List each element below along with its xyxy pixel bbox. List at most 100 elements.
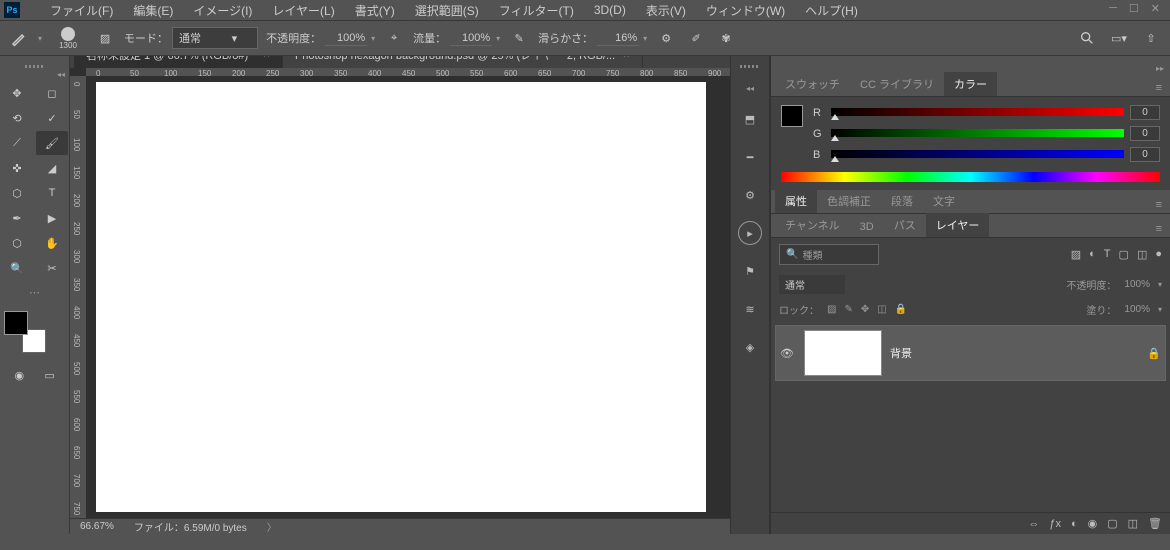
tab-close-icon[interactable]: × <box>264 56 270 61</box>
adjustments-dock-icon[interactable]: ━ <box>738 145 762 169</box>
dropdown-icon[interactable]: ▾ <box>38 34 42 43</box>
tab-paragraph[interactable]: 段落 <box>881 189 923 213</box>
lock-artboard-icon[interactable]: ◫ <box>877 304 886 315</box>
canvas-background[interactable] <box>86 76 730 518</box>
slider-r[interactable] <box>831 108 1124 118</box>
tab-close-icon[interactable]: × <box>623 56 629 61</box>
healing-tool[interactable]: ✜ <box>1 156 33 180</box>
search-icon[interactable] <box>1076 27 1098 49</box>
color-swatches[interactable] <box>4 311 46 353</box>
lock-pixels-icon[interactable]: ✎ <box>844 304 852 315</box>
layer-name[interactable]: 背景 <box>890 345 1139 361</box>
tab-layers[interactable]: レイヤー <box>926 213 990 237</box>
menu-image[interactable]: イメージ(I) <box>183 0 262 21</box>
layer-row[interactable]: 👁 背景 🔒 <box>775 325 1166 381</box>
workspace-icon[interactable]: ▭▾ <box>1108 27 1130 49</box>
flag-icon[interactable]: ⚑ <box>738 259 762 283</box>
flow-input[interactable] <box>450 31 492 46</box>
link-icon[interactable]: ⇔ <box>1028 518 1039 530</box>
airbrush-icon[interactable]: ✎ <box>508 27 530 49</box>
quick-select-tool[interactable]: ✓ <box>36 106 68 130</box>
panel-menu-icon[interactable]: ≡ <box>1148 221 1170 237</box>
screenmode-tool[interactable]: ▭ <box>37 363 64 387</box>
layer-blend-mode[interactable]: 通常 <box>779 275 845 294</box>
panel-menu-icon[interactable]: ≡ <box>1148 80 1170 96</box>
ruler-vertical[interactable]: 0501001502002503003504004505005506006507… <box>70 76 86 518</box>
brush-tool-icon[interactable] <box>8 27 30 49</box>
mask-icon[interactable]: ◐ <box>1071 518 1078 530</box>
opacity-input[interactable] <box>325 31 367 46</box>
menu-file[interactable]: ファイル(F) <box>40 0 123 21</box>
hand-tool[interactable]: ✋ <box>36 231 68 255</box>
visibility-icon[interactable]: 👁 <box>780 347 796 360</box>
tab-channels[interactable]: チャンネル <box>775 213 850 237</box>
slider-b[interactable] <box>831 150 1124 160</box>
filter-smart-icon[interactable]: ◫ <box>1137 248 1147 261</box>
fill-value[interactable]: 100% <box>1124 304 1150 315</box>
path-select-tool[interactable]: ▶ <box>36 206 68 230</box>
menu-select[interactable]: 選択範囲(S) <box>405 0 489 21</box>
menu-layer[interactable]: レイヤー(L) <box>262 0 344 21</box>
history-icon[interactable]: ⬒ <box>738 107 762 131</box>
crop-tool[interactable]: ✂ <box>36 256 68 280</box>
tab-color[interactable]: カラー <box>944 72 997 96</box>
zoom-level[interactable]: 66.67% <box>80 521 114 532</box>
styles-icon[interactable]: ≋ <box>738 297 762 321</box>
ruler-horizontal[interactable]: 0501001502002503003504004505005506006507… <box>86 68 730 76</box>
tab-adjustments[interactable]: 色調補正 <box>817 189 881 213</box>
eraser-tool[interactable]: ◢ <box>36 156 68 180</box>
tab-paths[interactable]: パス <box>884 213 926 237</box>
marquee-tool[interactable]: ◻ <box>36 81 68 105</box>
menu-type[interactable]: 書式(Y) <box>345 0 405 21</box>
layer-opacity-value[interactable]: 100% <box>1124 279 1150 290</box>
clone-tool[interactable]: ⬡ <box>1 181 33 205</box>
document-tab-1[interactable]: 名称未設定 1 @ 66.7% (RGB/8#) * × <box>74 56 283 68</box>
file-info[interactable]: ファイル：6.59M/0 bytes <box>134 519 247 534</box>
tab-libraries[interactable]: CC ライブラリ <box>850 72 944 96</box>
lock-icon[interactable]: 🔒 <box>1147 347 1161 360</box>
brush-tool[interactable]: 🖌 <box>36 131 68 155</box>
adjustment-icon[interactable]: ◉ <box>1088 517 1098 530</box>
quickmask-tool[interactable]: ◉ <box>6 363 33 387</box>
foreground-color[interactable] <box>4 311 28 335</box>
minimize-icon[interactable]: ─ <box>1109 2 1117 15</box>
color-preview[interactable] <box>781 105 803 127</box>
canvas[interactable] <box>96 82 706 512</box>
brush-settings-icon[interactable]: ▨ <box>94 27 116 49</box>
document-tab-2[interactable]: Photoshop hexagon background.psd @ 25% (… <box>283 56 643 68</box>
tab-properties[interactable]: 属性 <box>775 189 817 213</box>
hue-strip[interactable] <box>781 172 1160 182</box>
zoom-tool[interactable]: 🔍 <box>1 256 33 280</box>
gear-icon[interactable]: ⚙ <box>655 27 677 49</box>
filter-shape-icon[interactable]: ▢ <box>1119 248 1129 261</box>
type-tool[interactable]: T <box>36 181 68 205</box>
filter-type-icon[interactable]: T <box>1104 248 1111 261</box>
symmetry-icon[interactable]: ✾ <box>715 27 737 49</box>
cube-icon[interactable]: ◈ <box>738 335 762 359</box>
delete-icon[interactable]: 🗑 <box>1148 517 1162 530</box>
slider-r-value[interactable]: 0 <box>1130 105 1160 120</box>
layer-kind-filter[interactable]: 🔍 種類 <box>779 244 879 265</box>
share-icon[interactable]: ⇧ <box>1140 27 1162 49</box>
filter-pixel-icon[interactable]: ▨ <box>1071 248 1081 261</box>
shape-tool[interactable]: ⬡ <box>1 231 33 255</box>
pen-tool[interactable]: ✒ <box>1 206 33 230</box>
group-icon[interactable]: ▢ <box>1107 517 1117 530</box>
lock-position-icon[interactable]: ✥ <box>861 304 869 315</box>
pressure-icon[interactable]: ✐ <box>685 27 707 49</box>
menu-help[interactable]: ヘルプ(H) <box>795 0 868 21</box>
brush-panel-icon[interactable]: ⚙ <box>738 183 762 207</box>
menu-filter[interactable]: フィルター(T) <box>489 0 584 21</box>
maximize-icon[interactable]: ☐ <box>1129 2 1139 15</box>
panel-handle[interactable] <box>0 62 69 70</box>
slider-g-value[interactable]: 0 <box>1130 126 1160 141</box>
tab-3d[interactable]: 3D <box>850 217 884 237</box>
panel-handle[interactable] <box>771 56 1170 64</box>
brush-preview[interactable]: 1300 <box>50 25 86 51</box>
menu-view[interactable]: 表示(V) <box>636 0 696 21</box>
move-tool[interactable]: ✥ <box>1 81 33 105</box>
menu-3d[interactable]: 3D(D) <box>584 1 636 19</box>
app-logo[interactable]: Ps <box>4 2 20 18</box>
lock-transparency-icon[interactable]: ▨ <box>827 304 836 315</box>
actions-icon[interactable]: ▸ <box>738 221 762 245</box>
